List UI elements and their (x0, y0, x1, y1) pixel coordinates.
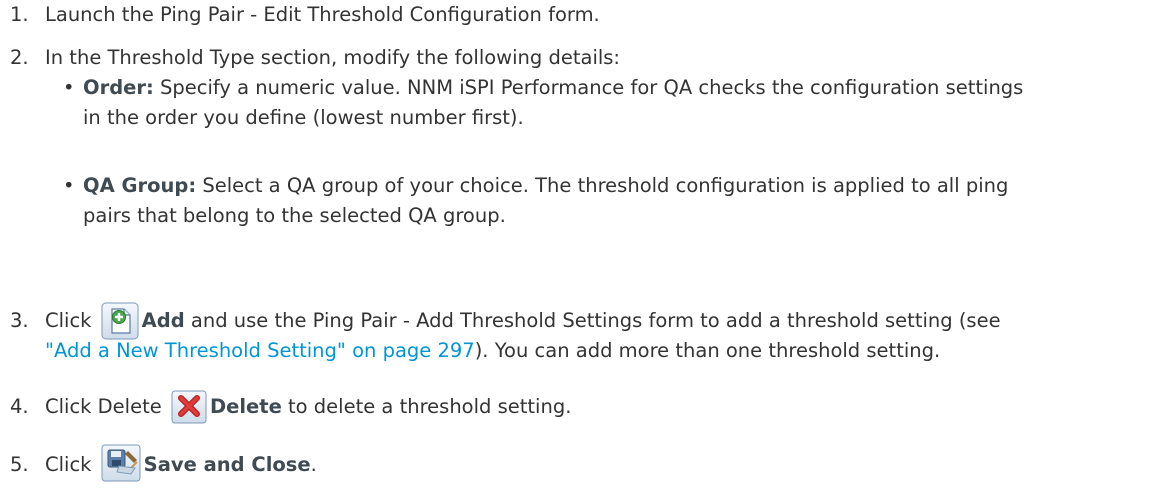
step-text: Click (45, 309, 98, 332)
step-1: 1. Launch the Ping Pair - Edit Threshold … (10, 0, 1150, 30)
desc-order-cont: in the order you define (lowest number f… (83, 106, 524, 129)
term-qa-group: QA Group: (83, 174, 197, 197)
step-text-cont: and use the Ping Pair - Add Threshold Se… (184, 309, 1001, 332)
list-item-qa-group: • QA Group: Select a QA group of your ch… (10, 171, 1150, 231)
desc-qa-group-cont: pairs that belong to the selected QA gro… (83, 204, 506, 227)
step-number: 1. (10, 3, 29, 26)
step-2: 2. In the Threshold Type section, modify … (10, 43, 1150, 231)
add-label: Add (141, 309, 185, 332)
step-text-end: ). You can add more than one threshold s… (474, 339, 941, 362)
step-number: 5. (10, 453, 29, 476)
list-item-order: • Order: Specify a numeric value. NNM iS… (10, 73, 1150, 133)
save-close-icon[interactable] (101, 444, 141, 482)
save-close-label: Save and Close (143, 453, 311, 476)
add-icon[interactable] (101, 302, 139, 340)
step-text-cont: to delete a threshold setting. (281, 395, 572, 418)
delete-label: Delete (209, 395, 282, 418)
term-order: Order: (83, 76, 154, 99)
step-text: Click (45, 453, 98, 476)
step-text: Click Delete (45, 395, 168, 418)
details-list: • Order: Specify a numeric value. NNM iS… (10, 73, 1150, 231)
step-number: 2. (10, 46, 29, 69)
link-add-threshold-setting[interactable]: "Add a New Threshold Setting" on page 29… (45, 339, 475, 362)
step-5: 5. Click Save and Close. (10, 444, 1150, 482)
bullet-icon: • (63, 76, 75, 99)
step-text: Launch the Ping Pair - Edit Threshold Co… (45, 3, 600, 26)
step-text-cont: . (310, 453, 317, 476)
delete-icon[interactable] (171, 390, 207, 424)
bullet-icon: • (63, 174, 75, 197)
step-text: In the Threshold Type section, modify th… (45, 46, 621, 69)
step-number: 4. (10, 395, 29, 418)
step-number: 3. (10, 309, 29, 332)
step-4: 4. Click Delete Delete to delete a thresh… (10, 390, 1150, 424)
desc-order: Specify a numeric value. NNM iSPI Perfor… (153, 76, 1024, 99)
desc-qa-group: Select a QA group of your choice. The th… (196, 174, 1009, 197)
step-3: 3. Click Add and use the Ping Pair - Add … (10, 302, 1150, 366)
